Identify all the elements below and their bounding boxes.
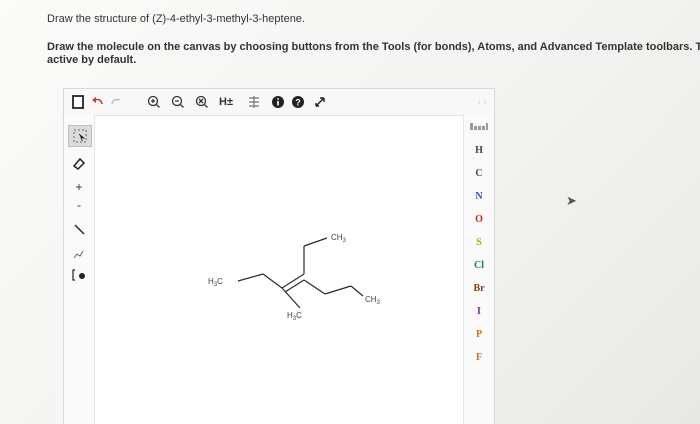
molecule-editor: H± ? ‹ › + - CH3 H3C CH3 H3C H C N O S C… <box>63 88 495 424</box>
atom-button-o[interactable]: O <box>464 214 494 230</box>
question-instructions: Draw the molecule on the canvas by choos… <box>47 41 700 67</box>
atom-button-n[interactable]: N <box>464 191 494 207</box>
bottom-methyl-label: H3C <box>287 311 302 322</box>
bracket-tool-icon[interactable] <box>68 265 90 285</box>
charge-minus-icon[interactable]: - <box>68 195 90 215</box>
atom-button-f[interactable]: F <box>464 352 494 368</box>
expand-icon[interactable] <box>312 93 328 111</box>
periodic-table-icon[interactable] <box>464 121 494 137</box>
zoom-in-icon[interactable] <box>146 93 162 111</box>
mouse-cursor-icon: ➤ <box>566 193 577 208</box>
atom-button-p[interactable]: P <box>464 329 494 345</box>
info-icon[interactable] <box>270 93 286 111</box>
atom-button-c[interactable]: C <box>464 168 494 184</box>
molecule-structure: CH3 H3C CH3 H3C <box>208 233 381 322</box>
top-toolbar: H± ? ‹ › <box>64 89 494 116</box>
atom-button-br[interactable]: Br <box>464 283 494 299</box>
zoom-reset-icon[interactable] <box>194 93 210 111</box>
instruction-line-1: Draw the molecule on the canvas by choos… <box>47 41 700 53</box>
right-methyl-label: CH3 <box>365 295 381 306</box>
atom-button-cl[interactable]: Cl <box>464 260 494 276</box>
question-page: Draw the structure of (Z)-4-ethyl-3-meth… <box>0 0 700 424</box>
redo-icon[interactable] <box>108 93 124 111</box>
panel-collapse-icon[interactable]: ‹ › <box>474 93 490 111</box>
atom-button-h[interactable]: H <box>464 145 494 161</box>
chain-tool-icon[interactable] <box>68 243 90 263</box>
left-tools-toolbar: + - <box>64 115 95 424</box>
undo-icon[interactable] <box>90 93 106 111</box>
document-icon[interactable] <box>70 93 86 111</box>
atoms-toolbar: H C N O S Cl Br I P F <box>463 115 494 424</box>
atom-button-i[interactable]: I <box>464 306 494 322</box>
question-title: Draw the structure of (Z)-4-ethyl-3-meth… <box>47 13 305 25</box>
top-methyl-label: CH3 <box>331 233 347 244</box>
drawing-canvas[interactable]: CH3 H3C CH3 H3C <box>95 116 463 424</box>
help-icon[interactable]: ? <box>290 93 306 111</box>
eraser-icon[interactable] <box>68 153 90 173</box>
single-bond-icon[interactable] <box>68 219 90 239</box>
svg-text:?: ? <box>295 98 301 108</box>
selection-tool-icon[interactable] <box>68 125 92 147</box>
toggle-hydrogens-button[interactable]: H± <box>218 93 234 111</box>
template-3d-icon[interactable] <box>246 93 262 111</box>
instruction-line-2: active by default. <box>47 54 137 66</box>
zoom-out-icon[interactable] <box>170 93 186 111</box>
left-methyl-label: H3C <box>208 277 223 288</box>
atom-button-s[interactable]: S <box>464 237 494 253</box>
charge-plus-icon[interactable]: + <box>68 177 90 197</box>
